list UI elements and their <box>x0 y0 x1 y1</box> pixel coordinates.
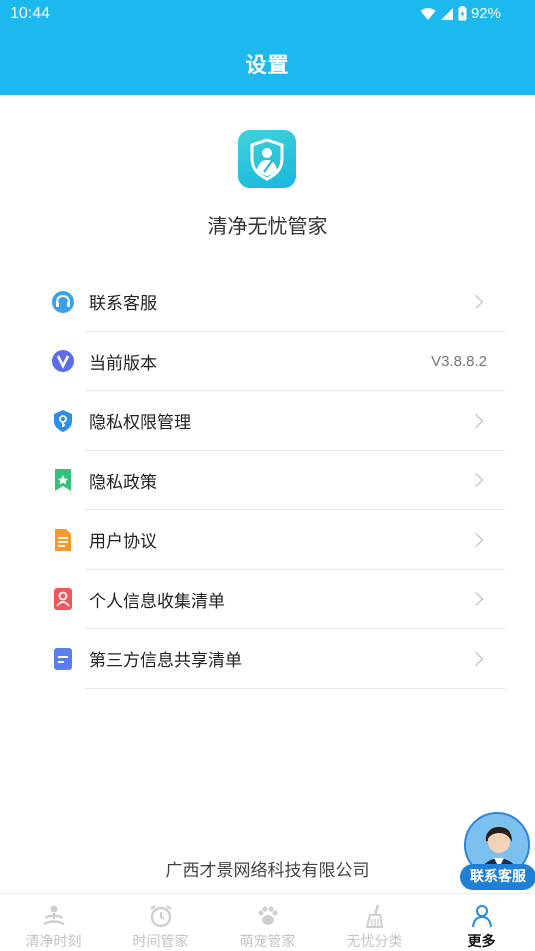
shield-key-icon <box>51 409 75 433</box>
alarm-clock-icon <box>149 905 172 928</box>
document-icon <box>51 528 75 552</box>
app-logo <box>238 130 296 188</box>
customer-service-fab[interactable]: 联系客服 <box>458 812 535 892</box>
menu-item-third-party-sharing[interactable]: 第三方信息共享清单 <box>45 629 505 689</box>
menu-item-label: 第三方信息共享清单 <box>89 651 242 672</box>
version-value: V3.8.8.2 <box>431 352 487 370</box>
tab-more[interactable]: 更多 <box>428 894 535 951</box>
menu-item-label: 联系客服 <box>89 294 157 315</box>
chevron-right-icon <box>468 532 484 547</box>
menu-item-label: 个人信息收集清单 <box>89 591 225 612</box>
menu-item-label: 隐私权限管理 <box>89 413 191 434</box>
bottom-tab-bar: 清净时刻 时间管家 萌宠管家 无忧分类 更多 <box>0 893 535 951</box>
list-doc-icon <box>51 647 75 671</box>
chevron-right-icon <box>468 413 484 428</box>
tab-label: 无忧分类 <box>346 934 403 950</box>
customer-service-label: 联系客服 <box>460 864 535 890</box>
tab-pet-manager[interactable]: 萌宠管家 <box>214 894 321 951</box>
chevron-right-icon <box>468 592 484 607</box>
bookmark-star-icon <box>51 468 75 492</box>
settings-list: 联系客服 当前版本 V3.8.8.2 隐私权限管理 隐私政策 用户协议 个人信息… <box>45 272 505 689</box>
tab-label: 时间管家 <box>132 934 189 950</box>
broom-icon <box>365 904 383 928</box>
app-bar: 设置 <box>0 30 535 95</box>
menu-item-personal-info-list[interactable]: 个人信息收集清单 <box>45 570 505 629</box>
chevron-right-icon <box>468 473 484 488</box>
version-v-icon <box>51 349 75 373</box>
paw-icon <box>257 906 278 925</box>
battery-icon <box>458 6 467 21</box>
status-bar: 10:44 92% <box>0 0 535 30</box>
menu-item-privacy-policy[interactable]: 隐私政策 <box>45 451 505 510</box>
menu-item-label: 当前版本 <box>89 353 157 374</box>
tab-label: 萌宠管家 <box>239 934 296 950</box>
menu-item-label: 隐私政策 <box>89 472 157 493</box>
shield-person-icon <box>250 138 284 181</box>
person-card-icon <box>51 587 75 611</box>
wifi-icon <box>420 7 436 20</box>
divider <box>85 687 505 689</box>
meditation-icon <box>42 905 65 926</box>
headset-icon <box>51 290 75 314</box>
signal-icon <box>440 7 453 20</box>
chevron-right-icon <box>468 651 484 666</box>
menu-item-privacy-permissions[interactable]: 隐私权限管理 <box>45 391 505 451</box>
menu-item-label: 用户协议 <box>89 532 157 553</box>
tab-quiet-moments[interactable]: 清净时刻 <box>0 894 107 951</box>
status-time: 10:44 <box>10 5 51 22</box>
tab-worry-free-sorting[interactable]: 无忧分类 <box>321 894 428 951</box>
menu-item-user-agreement[interactable]: 用户协议 <box>45 510 505 570</box>
company-name: 广西才景网络科技有限公司 <box>165 861 370 881</box>
chevron-right-icon <box>468 294 484 309</box>
tab-time-manager[interactable]: 时间管家 <box>107 894 214 951</box>
tab-label: 更多 <box>467 934 496 950</box>
app-name: 清净无忧管家 <box>207 214 328 238</box>
person-icon <box>471 905 492 928</box>
battery-level: 92% <box>470 5 501 22</box>
menu-item-current-version[interactable]: 当前版本 V3.8.8.2 <box>45 332 505 391</box>
page-title: 设置 <box>245 53 290 77</box>
tab-label: 清净时刻 <box>25 934 82 950</box>
menu-item-contact-service[interactable]: 联系客服 <box>45 272 505 332</box>
